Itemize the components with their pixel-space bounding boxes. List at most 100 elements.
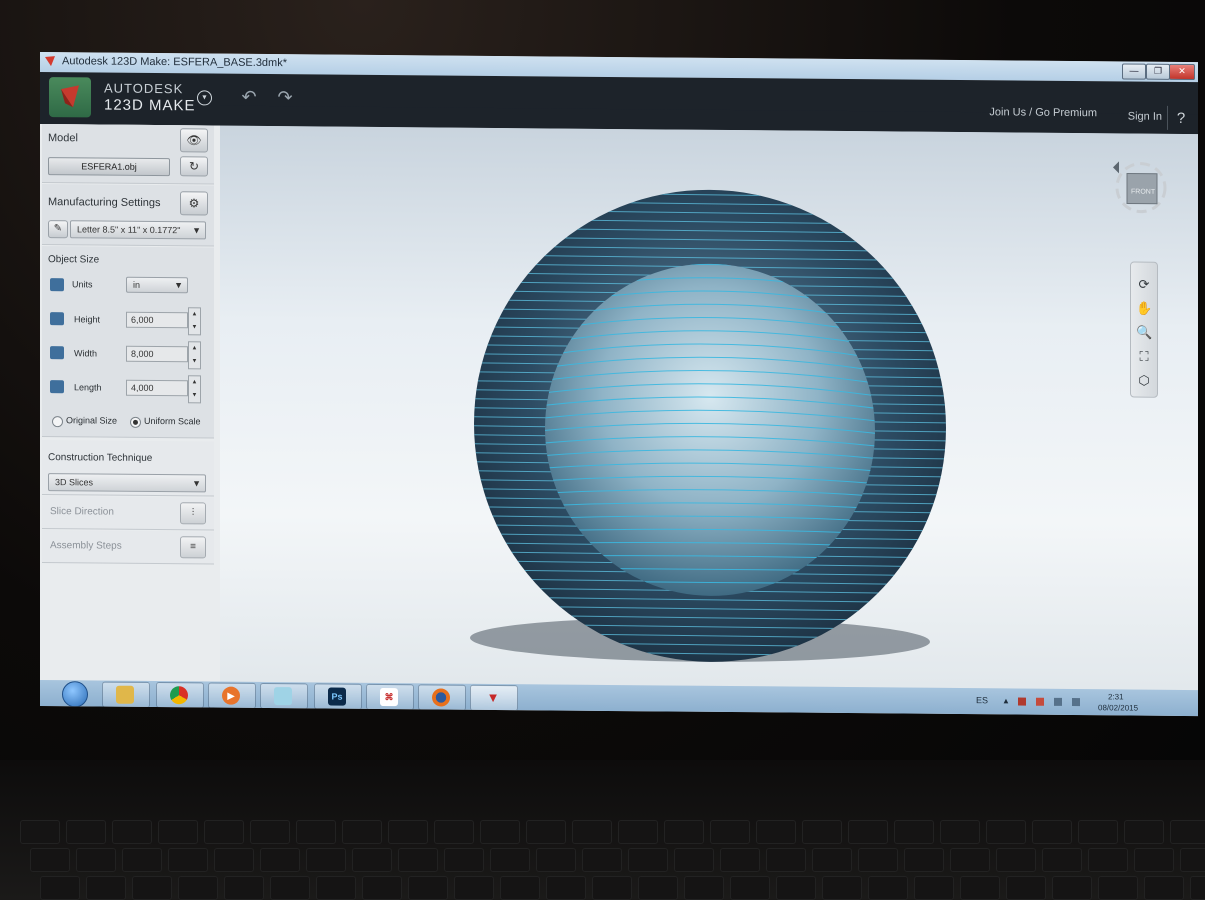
taskbar-photoshop[interactable]: Ps	[314, 683, 362, 710]
keyboard-key	[986, 820, 1026, 844]
keyboard-key	[204, 820, 244, 844]
zoom-icon[interactable]: 🔍	[1136, 325, 1152, 341]
length-input[interactable]: 4,000	[126, 379, 188, 397]
sheet-dropdown[interactable]: Letter 8.5" x 11" x 0.1772" ▼	[70, 220, 206, 240]
width-input[interactable]: 8,000	[126, 345, 188, 363]
model-title: Model	[48, 132, 78, 145]
minimize-button[interactable]: —	[1122, 63, 1146, 80]
width-stepper[interactable]: ▲ ▼	[188, 341, 201, 370]
keyboard-key	[756, 820, 796, 844]
brand-product: 123D MAKE	[104, 96, 196, 115]
assembly-steps-section[interactable]: Assembly Steps ≡	[42, 530, 214, 565]
orbit-icon[interactable]: ⟳	[1136, 277, 1152, 293]
keyboard-key	[178, 876, 218, 900]
screen: Autodesk 123D Make: ESFERA_BASE.3dmk* — …	[40, 52, 1198, 717]
gear-icon[interactable]: ⚙	[180, 191, 208, 216]
keyboard-key	[526, 820, 566, 844]
folder-icon	[116, 685, 134, 704]
join-premium-link[interactable]: Join Us / Go Premium	[989, 106, 1097, 119]
width-icon	[50, 346, 64, 360]
keyboard-key	[168, 848, 208, 872]
taskbar-acrobat[interactable]: ⌘	[366, 683, 414, 711]
keyboard-key	[1078, 820, 1118, 844]
keyboard-key	[1190, 876, 1205, 900]
keyboard-key	[848, 820, 888, 844]
clock-date[interactable]: 08/02/2015	[1098, 703, 1138, 712]
keyboard-key	[260, 848, 300, 872]
start-button[interactable]	[62, 681, 88, 708]
keyboard-key	[720, 848, 760, 872]
logo-icon	[61, 85, 79, 108]
slice-direction-section[interactable]: Slice Direction ⫶	[42, 496, 214, 531]
keyboard-key	[362, 876, 402, 900]
keyboard-key	[904, 848, 944, 872]
pencil-icon[interactable]: ✎	[48, 220, 68, 239]
3d-viewport[interactable]: FRONT ⟳ ✋ 🔍 ⛶ ⬡	[220, 125, 1198, 691]
slice-lines-icon[interactable]: ⫶	[180, 502, 206, 525]
keyboard-key	[674, 848, 714, 872]
keyboard-key	[132, 876, 172, 900]
keyboard-key	[454, 876, 494, 900]
taskbar-chrome[interactable]	[156, 682, 204, 709]
eye-icon[interactable]: 👁	[180, 128, 208, 153]
taskbar-notes[interactable]	[260, 682, 308, 710]
tray-expand-icon[interactable]: ▲	[1002, 696, 1010, 705]
taskbar-media-player[interactable]: ▶	[208, 682, 256, 709]
model-section: Model 👁 ESFERA1.obj ↻	[42, 124, 214, 185]
pan-hand-icon[interactable]: ✋	[1136, 301, 1152, 317]
sign-in-link[interactable]: Sign In	[1128, 110, 1162, 122]
tray-flag-icon[interactable]	[1018, 697, 1026, 706]
keyboard-key	[388, 820, 428, 844]
height-stepper[interactable]: ▲ ▼	[188, 307, 201, 336]
manufacturing-title: Manufacturing Settings	[48, 196, 161, 210]
maximize-button[interactable]: ❐	[1146, 63, 1170, 80]
taskbar-explorer[interactable]	[102, 681, 150, 708]
keyboard-key	[250, 820, 290, 844]
length-label: Length	[74, 382, 102, 393]
language-indicator[interactable]: ES	[976, 695, 988, 705]
keyboard-key	[776, 876, 816, 900]
keyboard-key	[628, 848, 668, 872]
uniform-scale-radio[interactable]	[130, 416, 141, 428]
steps-icon[interactable]: ≡	[180, 536, 206, 559]
keyboard-key	[1134, 848, 1174, 872]
refresh-icon[interactable]: ↻	[180, 156, 208, 177]
keyboard-key	[858, 848, 898, 872]
taskbar-123d-make[interactable]: ▼	[470, 684, 518, 712]
keyboard-key	[592, 876, 632, 900]
undo-icon[interactable]: ↶	[236, 87, 262, 107]
keyboard-key	[76, 848, 116, 872]
taskbar-firefox[interactable]	[418, 684, 466, 711]
height-label: Height	[74, 314, 101, 325]
keyboard-key	[950, 848, 990, 872]
keyboard-key	[710, 820, 750, 844]
keyboard-key	[398, 848, 438, 872]
chevron-down-icon[interactable]: ▼	[197, 90, 212, 106]
original-size-radio[interactable]	[52, 416, 63, 428]
close-button[interactable]: ✕	[1169, 63, 1195, 81]
view-cube-toggle-icon[interactable]: ⬡	[1136, 373, 1152, 389]
keyboard-key	[1006, 876, 1046, 900]
construction-dropdown[interactable]: 3D Slices ▼	[48, 473, 206, 493]
tray-security-icon[interactable]	[1036, 697, 1044, 706]
keyboard-key	[638, 876, 678, 900]
keyboard-key	[618, 820, 658, 844]
units-label: Units	[72, 279, 93, 290]
keyboard-key	[894, 820, 934, 844]
help-icon[interactable]: ?	[1172, 110, 1190, 128]
notes-icon	[274, 687, 292, 706]
length-stepper[interactable]: ▲ ▼	[188, 375, 201, 404]
tray-volume-icon[interactable]	[1072, 698, 1080, 707]
viewcube[interactable]: FRONT	[1111, 157, 1169, 218]
fit-view-icon[interactable]: ⛶	[1136, 349, 1152, 365]
units-dropdown[interactable]: in ▼	[126, 276, 188, 294]
chevron-down-icon: ▼	[192, 478, 201, 489]
keyboard-key	[802, 820, 842, 844]
sliced-sphere-model[interactable]	[220, 126, 1198, 691]
clock-time[interactable]: 2:31	[1108, 692, 1124, 701]
model-file-button[interactable]: ESFERA1.obj	[48, 157, 170, 177]
tray-network-icon[interactable]	[1054, 697, 1062, 706]
keyboard-key	[536, 848, 576, 872]
height-input[interactable]: 6,000	[126, 311, 188, 329]
redo-icon[interactable]: ↷	[272, 87, 298, 107]
